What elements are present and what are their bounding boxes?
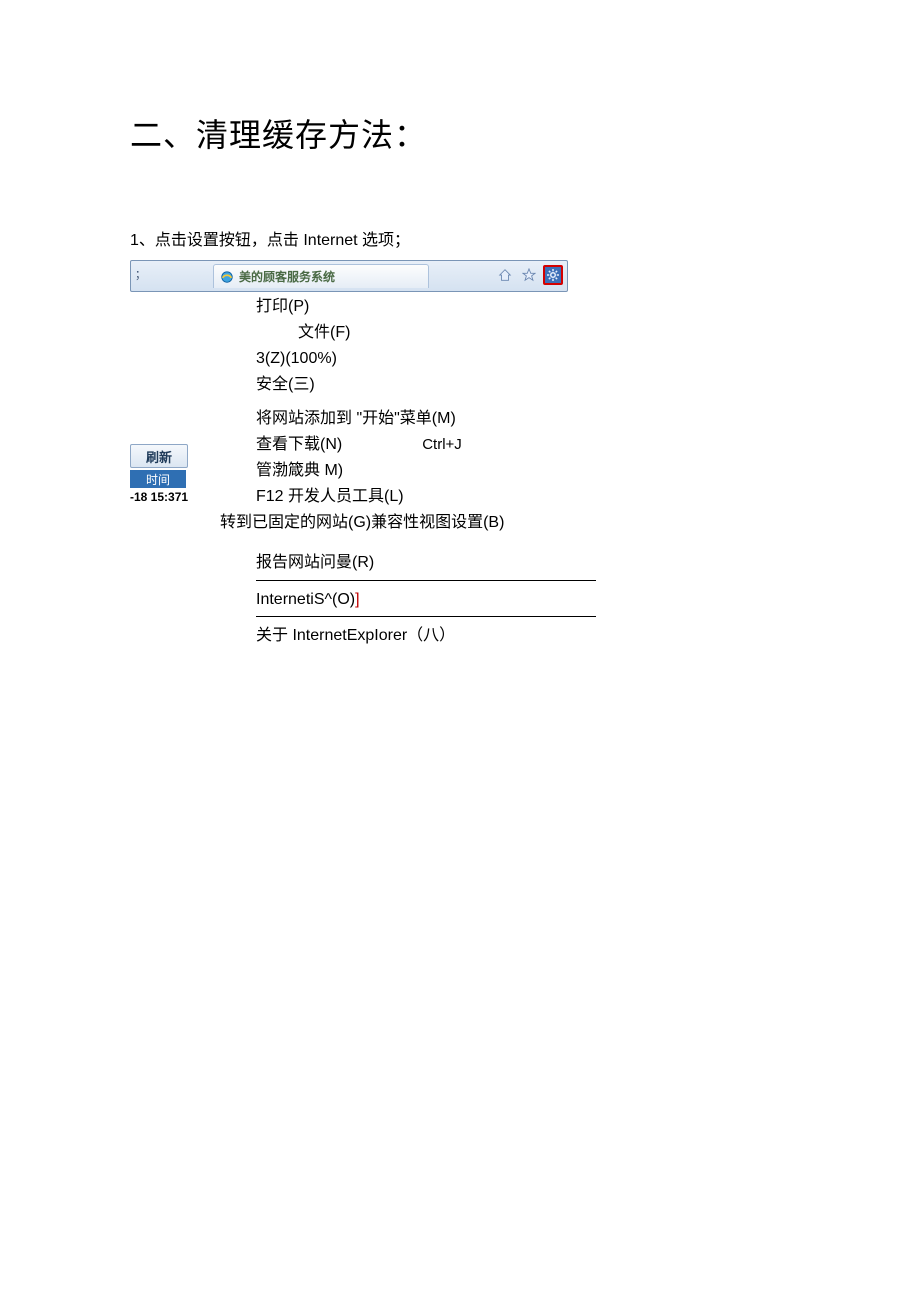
menu-separator (256, 580, 596, 581)
menu-area: 刷新 时间 -18 15:371 打印(P) 文件(F) 3(Z)(100%) … (130, 294, 790, 649)
menu-item-view-downloads[interactable]: 查看下载(N) Ctrl+J (220, 432, 596, 458)
menu-label: F12 开发人员工具(L) (256, 484, 404, 510)
gear-icon[interactable] (543, 265, 563, 285)
menu-separator (256, 616, 596, 617)
tab-title: 美的顾客服务系统 (239, 268, 335, 285)
menu-label-prefix: InternetiS^(O) (256, 591, 355, 608)
tools-menu: 打印(P) 文件(F) 3(Z)(100%) 安全(三) 将网站添加到 "开始"… (220, 294, 596, 649)
refresh-button[interactable]: 刷新 (130, 444, 188, 468)
menu-item-print[interactable]: 打印(P) (220, 294, 596, 320)
step-1-text: 1、点击设置按钮，点击 Internet 选项； (130, 226, 790, 250)
menu-item-report-website[interactable]: 报告网站问曼(R) (220, 550, 596, 578)
time-header: 时间 (130, 470, 186, 488)
timestamp-text: -18 15:371 (130, 490, 210, 504)
menu-item-manage-addons[interactable]: 管渤箴典 M) (220, 458, 596, 484)
menu-label-suffix: ] (355, 591, 359, 608)
menu-label: 关于 InternetExpIorer（八） (256, 623, 455, 649)
browser-tab[interactable]: 美的顾客服务系统 (213, 264, 429, 288)
browser-toolbar: ； 美的顾客服务系统 (130, 260, 568, 292)
star-icon[interactable] (519, 265, 539, 285)
menu-item-add-to-start[interactable]: 将网站添加到 "开始"菜单(M) (220, 406, 596, 432)
menu-item-file[interactable]: 文件(F) (220, 320, 596, 346)
left-badge-column: 刷新 时间 -18 15:371 (130, 294, 210, 504)
menu-shortcut: Ctrl+J (422, 433, 462, 457)
menu-item-about-ie[interactable]: 关于 InternetExpIorer（八） (220, 623, 596, 649)
menu-label: InternetiS^(O)] (256, 587, 360, 615)
document-page: 二、清理缓存方法： 1、点击设置按钮，点击 Internet 选项； ； 美的顾… (0, 0, 920, 1301)
menu-item-pinned-sites-compat[interactable]: 转到已固定的网站(G)兼容性视图设置(B) (220, 510, 596, 536)
menu-label: 报告网站问曼(R) (256, 550, 374, 578)
menu-label: 打印(P) (256, 294, 309, 320)
menu-label: 文件(F) (298, 320, 350, 346)
toolbar-icon-group (495, 265, 563, 285)
home-icon[interactable] (495, 265, 515, 285)
ie-icon (220, 270, 234, 284)
menu-item-safety[interactable]: 安全(三) (220, 372, 596, 398)
section-heading: 二、清理缓存方法： (130, 110, 790, 156)
toolbar-left-fragment: ； (135, 266, 146, 282)
menu-item-f12-devtools[interactable]: F12 开发人员工具(L) (220, 484, 596, 510)
menu-label: 安全(三) (256, 372, 315, 398)
menu-label: 查看下载(N) (256, 432, 342, 458)
menu-item-zoom[interactable]: 3(Z)(100%) (220, 346, 596, 372)
menu-label: 将网站添加到 "开始"菜单(M) (256, 406, 456, 432)
menu-label: 转到已固定的网站(G)兼容性视图设置(B) (220, 510, 504, 536)
menu-item-internet-options[interactable]: InternetiS^(O)] (220, 587, 596, 615)
menu-label: 管渤箴典 M) (256, 458, 343, 484)
menu-label: 3(Z)(100%) (256, 346, 337, 372)
